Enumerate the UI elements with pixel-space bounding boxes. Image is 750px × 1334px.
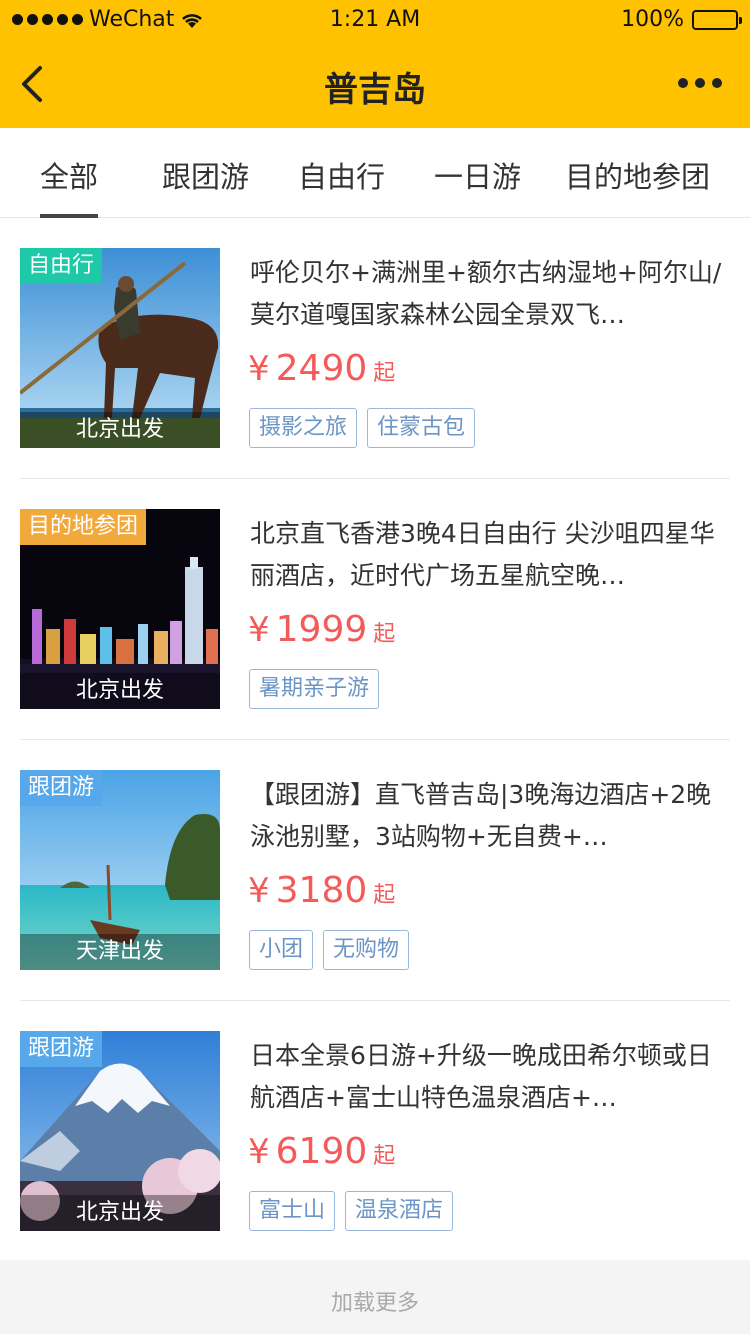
price-value: 1999 [275,609,368,650]
list-item[interactable]: 自由行 北京出发 呼伦贝尔+满洲里+额尔古纳湿地+阿尔山/莫尔道嘎国家森林公园全… [0,218,750,479]
tag[interactable]: 温泉酒店 [345,1191,454,1231]
currency-symbol: ¥ [248,1132,270,1172]
tag[interactable]: 无购物 [323,930,410,970]
price-suffix: 起 [373,883,396,908]
product-image[interactable]: 自由行 北京出发 [20,248,220,448]
price: ¥ 6190 起 [248,1131,395,1172]
battery-percent: 100% [621,7,684,32]
tab-independent-travel[interactable]: 自由行 [298,154,385,218]
price: ¥ 2490 起 [248,348,395,389]
more-options-icon[interactable] [678,78,722,88]
price-suffix: 起 [373,361,396,386]
tag[interactable]: 摄影之旅 [249,408,358,448]
category-badge: 目的地参团 [20,509,147,545]
tag-list: 暑期亲子游 [249,669,380,709]
tab-destination-tour[interactable]: 目的地参团 [565,154,710,218]
list-item[interactable]: 跟团游 天津出发 【跟团游】直飞普吉岛|3晚海边酒店+2晚泳池别墅，3站购物+无… [0,740,750,1001]
price: ¥ 3180 起 [248,870,395,911]
page-title: 普吉岛 [324,70,426,110]
list-item[interactable]: 跟团游 北京出发 日本全景6日游+升级一晚成田希尔顿或日航酒店+富士山特色温泉酒… [0,1001,750,1262]
tag[interactable]: 富士山 [249,1191,336,1231]
price-value: 3180 [275,870,368,911]
tag-list: 富士山 温泉酒店 [249,1191,454,1231]
list-item[interactable]: 目的地参团 北京出发 北京直飞香港3晚4日自由行 尖沙咀四星华丽酒店，近时代广场… [0,479,750,740]
product-list: 自由行 北京出发 呼伦贝尔+满洲里+额尔古纳湿地+阿尔山/莫尔道嘎国家森林公园全… [0,218,750,1260]
tag[interactable]: 住蒙古包 [367,408,476,448]
category-badge: 跟团游 [20,770,103,806]
product-title[interactable]: 日本全景6日游+升级一晚成田希尔顿或日航酒店+富士山特色温泉酒店+… [250,1035,728,1119]
battery-icon [692,9,742,30]
price: ¥ 1999 起 [248,609,395,650]
tag[interactable]: 暑期亲子游 [249,669,380,709]
departure-label: 北京出发 [20,1195,220,1231]
product-title[interactable]: 呼伦贝尔+满洲里+额尔古纳湿地+阿尔山/莫尔道嘎国家森林公园全景双飞… [250,252,728,336]
product-title[interactable]: 北京直飞香港3晚4日自由行 尖沙咀四星华丽酒店，近时代广场五星航空晚… [250,513,728,597]
tab-day-tour[interactable]: 一日游 [434,154,521,218]
nav-bar: 普吉岛 [0,40,750,128]
tab-group-tour[interactable]: 跟团游 [162,154,249,218]
tag[interactable]: 小团 [249,930,314,970]
top-bar: WeChat 1:21 AM 100% 普吉岛 [0,0,750,128]
category-tabs: 全部 跟团游 自由行 一日游 目的地参团 [0,128,750,218]
tag-list: 摄影之旅 住蒙古包 [249,408,476,448]
category-badge: 跟团游 [20,1031,103,1067]
departure-label: 北京出发 [20,673,220,709]
tab-all[interactable]: 全部 [40,154,99,218]
product-image[interactable]: 跟团游 天津出发 [20,770,220,970]
product-image[interactable]: 跟团游 北京出发 [20,1031,220,1231]
currency-symbol: ¥ [248,871,270,911]
price-value: 6190 [275,1131,368,1172]
tag-list: 小团 无购物 [249,930,410,970]
currency-symbol: ¥ [248,349,270,389]
price-suffix: 起 [373,622,396,647]
product-title[interactable]: 【跟团游】直飞普吉岛|3晚海边酒店+2晚泳池别墅，3站购物+无自费+… [250,774,728,858]
departure-label: 天津出发 [20,934,220,970]
product-image[interactable]: 目的地参团 北京出发 [20,509,220,709]
price-value: 2490 [275,348,368,389]
price-suffix: 起 [373,1144,396,1169]
status-bar: WeChat 1:21 AM 100% [0,0,750,40]
category-badge: 自由行 [20,248,103,284]
load-more-button[interactable]: 加载更多 [0,1260,750,1334]
departure-label: 北京出发 [20,412,220,448]
currency-symbol: ¥ [248,610,270,650]
